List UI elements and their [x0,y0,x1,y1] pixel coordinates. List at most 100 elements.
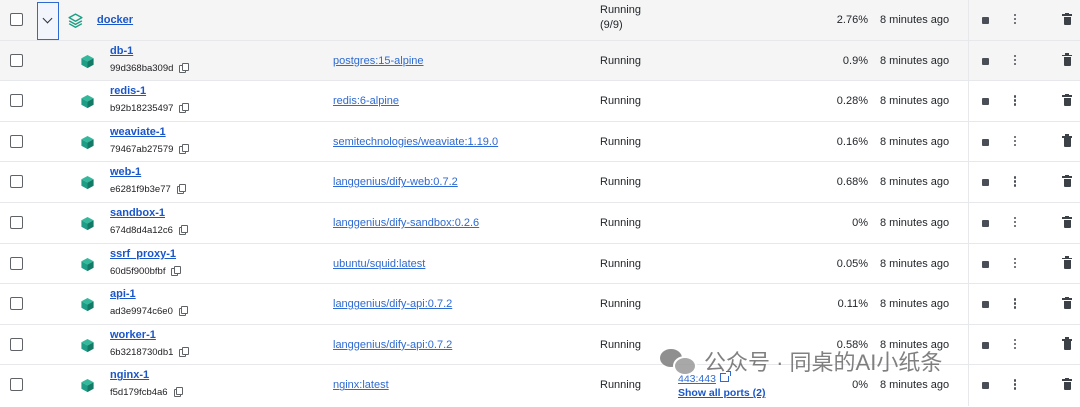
container-name-link[interactable]: db-1 [110,45,133,57]
container-name-link[interactable]: worker-1 [110,329,156,341]
group-row-docker[interactable]: docker Running (9/9) 2.76% 8 minutes ago [0,0,1080,41]
port-link[interactable]: 443:443 [678,373,716,385]
select-checkbox[interactable] [10,134,23,148]
container-name-link[interactable]: weaviate-1 [110,126,166,138]
expand-toggle[interactable] [37,2,59,40]
container-id: 79467ab27579 [110,143,189,155]
container-row-api[interactable]: api-1 ad3e9974c6e0 langgenius/dify-api:0… [0,284,1080,325]
show-all-ports-link[interactable]: Show all ports (2) [678,387,766,399]
container-row-sandbox[interactable]: sandbox-1 674d8d4a12c6 langgenius/dify-s… [0,203,1080,244]
stop-icon[interactable] [982,138,989,146]
image-link[interactable]: langgenius/dify-sandbox:0.2.6 [333,217,479,229]
stop-icon[interactable] [982,341,989,349]
trash-icon[interactable] [1062,53,1072,66]
group-cpu: 2.76% [836,14,868,26]
copy-icon[interactable] [179,346,189,357]
image-link[interactable]: redis:6-alpine [333,95,399,107]
container-row-web[interactable]: web-1 e6281f9b3e77 langgenius/dify-web:0… [0,162,1080,203]
trash-icon[interactable] [1062,296,1072,310]
container-row-ssrf-proxy[interactable]: ssrf_proxy-1 60d5f900bfbf ubuntu/squid:l… [0,243,1080,285]
copy-icon[interactable] [179,103,189,114]
select-checkbox[interactable] [10,175,23,189]
container-name-link[interactable]: redis-1 [110,85,146,97]
group-name-link[interactable]: docker [97,14,133,26]
select-checkbox[interactable] [10,256,23,270]
copy-icon[interactable] [173,387,184,398]
image-link[interactable]: semitechnologies/weaviate:1.19.0 [333,136,498,148]
chevron-down-icon [42,13,53,24]
external-link-icon[interactable] [719,371,731,383]
select-checkbox[interactable] [10,337,23,351]
kebab-menu-icon[interactable] [1014,14,1017,25]
image-link[interactable]: langgenius/dify-api:0.7.2 [333,339,452,351]
kebab-menu-icon[interactable] [1014,257,1017,269]
container-id-text: f5d179fcb4a6 [110,387,168,399]
trash-icon[interactable] [1062,337,1072,350]
trash-icon[interactable] [1062,93,1072,107]
container-last-started: 8 minutes ago [880,338,950,351]
select-checkbox[interactable] [10,216,23,229]
container-status: Running [600,176,641,189]
container-name-link[interactable]: nginx-1 [110,369,149,381]
kebab-menu-icon[interactable] [1014,95,1017,106]
select-checkbox[interactable] [10,53,23,67]
kebab-menu-icon[interactable] [1014,135,1017,147]
stop-icon[interactable] [982,98,989,106]
kebab-menu-icon[interactable] [1014,379,1017,390]
copy-icon[interactable] [178,306,189,317]
container-cube-icon [81,54,94,68]
select-checkbox[interactable] [10,13,23,26]
kebab-menu-icon[interactable] [1014,54,1017,66]
container-name-link[interactable]: ssrf_proxy-1 [110,248,176,260]
copy-icon[interactable] [179,62,189,73]
container-cube-icon [81,216,94,231]
kebab-menu-icon[interactable] [1014,298,1017,309]
select-checkbox[interactable] [10,94,23,108]
image-link[interactable]: langgenius/dify-web:0.7.2 [333,176,458,188]
container-cpu: 0.05% [836,257,868,270]
trash-icon[interactable] [1062,215,1072,228]
container-last-started: 8 minutes ago [880,257,950,270]
stop-icon[interactable] [982,179,989,187]
container-id-text: 674d8d4a12c6 [110,225,173,236]
container-row-redis[interactable]: redis-1 b92b18235497 redis:6-alpine Runn… [0,81,1080,122]
trash-icon[interactable] [1062,175,1072,188]
copy-icon[interactable] [178,225,189,235]
container-row-db[interactable]: db-1 99d368ba309d postgres:15-alpine Run… [0,40,1080,82]
stop-icon[interactable] [982,17,989,24]
kebab-menu-icon[interactable] [1014,217,1017,228]
select-checkbox[interactable] [10,297,23,311]
image-link[interactable]: ubuntu/squid:latest [333,258,425,270]
container-last-started: 8 minutes ago [880,379,950,392]
container-row-weaviate[interactable]: weaviate-1 79467ab27579 semitechnologies… [0,121,1080,163]
container-status: Running [600,379,641,392]
trash-icon[interactable] [1062,134,1072,147]
image-link[interactable]: postgres:15-alpine [333,55,424,67]
container-id: 674d8d4a12c6 [110,225,189,236]
image-link[interactable]: langgenius/dify-api:0.7.2 [333,298,452,310]
kebab-menu-icon[interactable] [1014,176,1017,187]
kebab-menu-icon[interactable] [1014,338,1017,350]
copy-icon[interactable] [176,184,187,195]
container-name-link[interactable]: api-1 [110,288,136,300]
trash-icon[interactable] [1062,378,1072,391]
stop-icon[interactable] [982,260,989,268]
container-cube-icon [81,176,94,190]
select-checkbox[interactable] [10,378,23,392]
copy-icon[interactable] [179,143,189,154]
container-row-nginx[interactable]: nginx-1 f5d179fcb4a6 nginx:latest Runnin… [0,365,1080,406]
trash-icon[interactable] [1062,256,1072,269]
group-status-text: Running [600,4,641,16]
stop-icon[interactable] [982,57,989,65]
container-row-worker[interactable]: worker-1 6b3218730db1 langgenius/dify-ap… [0,324,1080,366]
stop-icon[interactable] [982,301,989,309]
image-link[interactable]: nginx:latest [333,379,389,391]
container-name-link[interactable]: sandbox-1 [110,207,165,219]
container-status: Running [600,54,641,67]
trash-icon[interactable] [1062,12,1072,25]
stop-icon[interactable] [982,382,989,390]
container-name-link[interactable]: web-1 [110,166,141,178]
copy-icon[interactable] [171,265,181,276]
container-id-text: e6281f9b3e77 [110,184,171,196]
stop-icon[interactable] [982,220,989,227]
